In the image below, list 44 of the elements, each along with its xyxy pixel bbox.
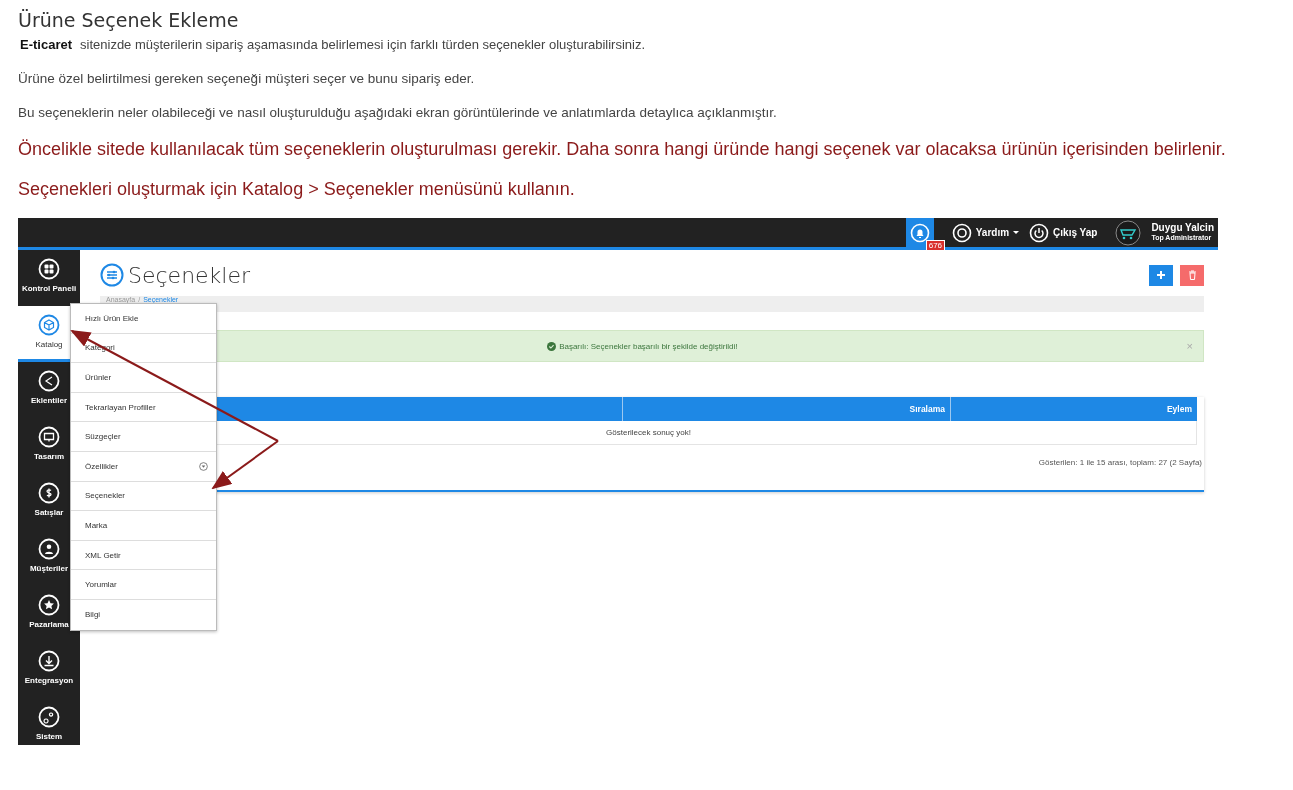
dollar-icon: [38, 482, 60, 504]
menu-item[interactable]: Yorumlar: [71, 570, 216, 600]
gears-icon: [38, 706, 60, 728]
menu-item[interactable]: Marka: [71, 511, 216, 541]
table-header-cell-text: Eylem: [1165, 403, 1193, 416]
menu-item[interactable]: Özellikler: [71, 451, 216, 482]
note-text: Seçenekleri oluşturmak için Katalog > Seçenekler menüsünü kullanın.: [18, 179, 576, 200]
table-header-cell[interactable]: Sıralama: [623, 397, 951, 421]
power-icon: [1029, 222, 1050, 243]
menu-item[interactable]: Hızlı Ürün Ekle: [71, 304, 216, 334]
user-name: Duygu Yalcin: [1151, 222, 1214, 233]
sidebar-item[interactable]: Sistem: [18, 698, 80, 745]
page-title: Seçenekler: [128, 262, 251, 288]
check-icon: [547, 341, 557, 351]
paragraph: Bu seçeneklerin neler olabileceği ve nasıl oluşturulduğu aşağıdaki ekran görüntülerinde ve anlatımlarda detaylıca açıklanmıştır.: [18, 105, 778, 120]
alert-text: Başarılı: Seçenekler başarılı bir şekilde değiştirildi!: [559, 341, 738, 351]
sidebar-item[interactable]: Entegrasyon: [18, 642, 80, 698]
brand-label: E-ticaret: [19, 37, 73, 52]
article-title: Ürüne Seçenek Ekleme: [18, 9, 240, 31]
trash-icon: [1187, 270, 1197, 280]
lifebuoy-icon: [951, 222, 972, 243]
bell-icon: [909, 222, 930, 243]
delete-button[interactable]: [1180, 264, 1204, 286]
menu-item[interactable]: XML Getir: [71, 540, 216, 571]
options-icon: [100, 263, 124, 287]
menu-item[interactable]: Tekrarlayan Profiller: [71, 392, 216, 423]
grid-icon: [38, 258, 60, 280]
note-text: Öncelikle sitede kullanılacak tüm seçeneklerin oluşturulması gerekir. Daha sonra hangi üründe hangi seçenek var olacaksa ürünün içerisinden belirlenir.: [18, 139, 1227, 160]
monitor-icon: [38, 426, 60, 448]
help-menu[interactable]: Yardım: [951, 222, 1020, 243]
intro-text: sitenizde müşterilerin sipariş aşamasında belirlemesi için farklı türden seçenekler oluşturabilirsiniz.: [80, 37, 646, 52]
share-icon: [38, 370, 60, 392]
paragraph: Ürüne özel belirtilmesi gereken seçeneği müşteri seçer ve bunu sipariş eder.: [18, 71, 476, 86]
menu-item[interactable]: Süzgeçler: [71, 422, 216, 452]
logout-button[interactable]: Çıkış Yap: [1029, 222, 1098, 243]
user-icon: [38, 538, 60, 560]
download-icon: [38, 650, 60, 672]
notification-badge: 676: [925, 240, 946, 251]
menu-item[interactable]: Seçenekler: [71, 481, 216, 512]
sidebar-item[interactable]: Kontrol Paneli: [18, 250, 80, 306]
plus-icon: [1156, 270, 1166, 280]
menu-item[interactable]: Ürünler: [71, 363, 216, 393]
cube-icon: [38, 314, 60, 336]
add-button[interactable]: [1149, 264, 1173, 286]
